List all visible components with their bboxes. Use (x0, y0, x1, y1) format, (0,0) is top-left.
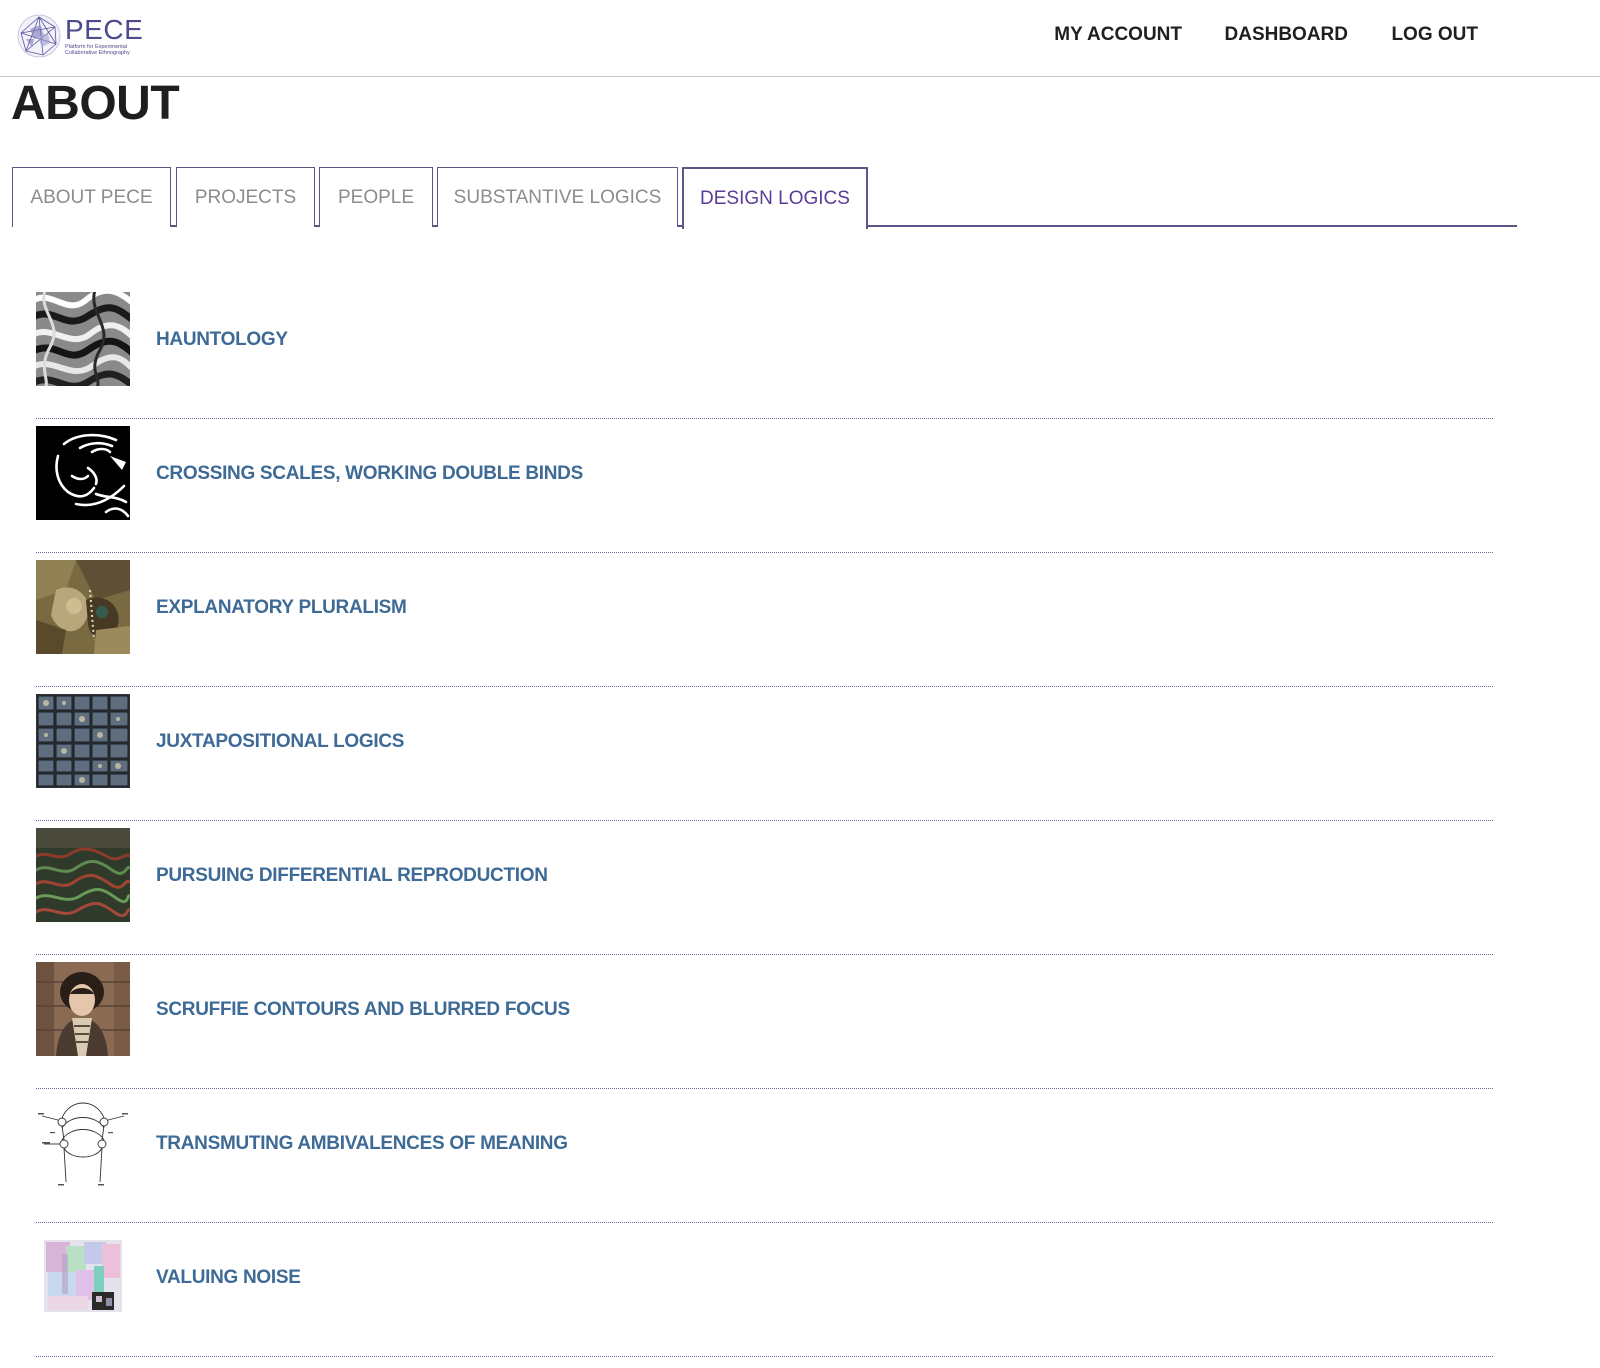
list-item-explanatory-pluralism: EXPLANATORY PLURALISM (36, 553, 1493, 687)
item-link[interactable]: SCRUFFIE CONTOURS AND BLURRED FOCUS (156, 999, 570, 1021)
item-link[interactable]: VALUING NOISE (156, 1267, 301, 1289)
item-link[interactable]: TRANSMUTING AMBIVALENCES OF MEANING (156, 1133, 568, 1155)
item-link[interactable]: PURSUING DIFFERENTIAL REPRODUCTION (156, 865, 548, 887)
site-logo[interactable]: PECE Platform for Experimental Collabora… (16, 12, 143, 60)
section-tabs: ABOUT PECE PROJECTS PEOPLE SUBSTANTIVE L… (12, 167, 1517, 229)
logo-subtitle-line2: Collaborative Ethnography (65, 50, 130, 56)
logo-name: PECE (65, 13, 144, 45)
nav-dashboard[interactable]: DASHBOARD (1225, 24, 1349, 46)
scruffie-contours-thumbnail[interactable] (36, 962, 130, 1056)
list-item-scruffie-contours: SCRUFFIE CONTOURS AND BLURRED FOCUS (36, 955, 1493, 1089)
list-item-pursuing-differential-reproduction: PURSUING DIFFERENTIAL REPRODUCTION (36, 821, 1493, 955)
design-logics-list: HAUNTOLOGY CROSSING SCALES, WORKING DOUB… (36, 285, 1493, 1357)
item-link[interactable]: JUXTAPOSITIONAL LOGICS (156, 731, 404, 753)
green-landscape-image (36, 828, 130, 922)
tab-people[interactable]: PEOPLE (319, 167, 433, 227)
specimen-grid-image (36, 694, 130, 788)
list-item-juxtapositional-logics: JUXTAPOSITIONAL LOGICS (36, 687, 1493, 821)
list-item-transmuting-ambivalences: TRANSMUTING AMBIVALENCES OF MEANING (36, 1089, 1493, 1223)
pastel-noise-image (36, 1230, 130, 1324)
tab-about-pece[interactable]: ABOUT PECE (12, 167, 171, 227)
list-item-hauntology: HAUNTOLOGY (36, 285, 1493, 419)
swirl-pattern-image (36, 292, 130, 386)
transmuting-ambivalences-thumbnail[interactable] (36, 1096, 130, 1190)
tab-substantive-logics[interactable]: SUBSTANTIVE LOGICS (437, 167, 678, 227)
pursuing-differential-reproduction-thumbnail[interactable] (36, 828, 130, 922)
hauntology-thumbnail[interactable] (36, 292, 130, 386)
nav-log-out[interactable]: LOG OUT (1391, 24, 1478, 46)
portrait-photo-image (36, 962, 130, 1056)
line-diagram-image (36, 1096, 130, 1190)
logo-text: PECE Platform for Experimental Collabora… (65, 13, 144, 57)
item-link[interactable]: HAUNTOLOGY (156, 329, 288, 351)
collage-painting-image (36, 560, 130, 654)
nav-my-account[interactable]: MY ACCOUNT (1054, 24, 1182, 46)
pece-logo-icon (17, 14, 61, 58)
item-link[interactable]: CROSSING SCALES, WORKING DOUBLE BINDS (156, 463, 583, 485)
item-link[interactable]: EXPLANATORY PLURALISM (156, 597, 407, 619)
face-sketch-image (36, 426, 130, 520)
crossing-scales-thumbnail[interactable] (36, 426, 130, 520)
explanatory-pluralism-thumbnail[interactable] (36, 560, 130, 654)
site-header: PECE Platform for Experimental Collabora… (0, 0, 1600, 77)
tab-projects[interactable]: PROJECTS (176, 167, 315, 227)
juxtapositional-logics-thumbnail[interactable] (36, 694, 130, 788)
page-title: ABOUT (11, 77, 180, 130)
tab-design-logics[interactable]: DESIGN LOGICS (682, 167, 868, 229)
list-item-crossing-scales: CROSSING SCALES, WORKING DOUBLE BINDS (36, 419, 1493, 553)
list-item-valuing-noise: VALUING NOISE (36, 1223, 1493, 1357)
valuing-noise-thumbnail[interactable] (36, 1230, 130, 1324)
